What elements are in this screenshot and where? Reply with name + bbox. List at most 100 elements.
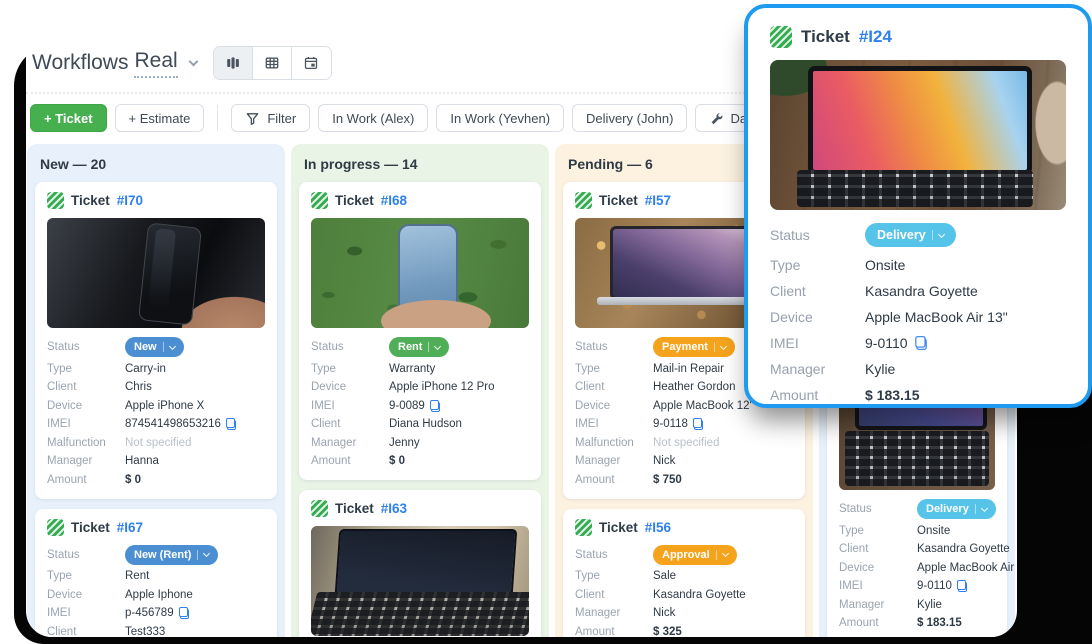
field-value: Apple MacBook 12" <box>653 400 754 412</box>
workflow-selector[interactable]: Workflows Real <box>32 49 197 78</box>
field-row: Amount$ 325 <box>575 625 793 638</box>
field-label: Client <box>575 589 653 601</box>
status-badge[interactable]: New (Rent) <box>125 545 218 565</box>
ticket-number-link[interactable]: #I70 <box>117 193 143 208</box>
status-badge[interactable]: Rent <box>389 337 449 357</box>
field-label: Malfunction <box>47 437 125 449</box>
field-row: Amount$ 0 <box>47 473 265 487</box>
copy-icon[interactable] <box>226 418 236 430</box>
status-badge[interactable]: New <box>125 337 184 357</box>
view-calendar-button[interactable] <box>292 47 331 79</box>
ticket-icon <box>47 519 64 536</box>
field-row: ManagerNick <box>575 606 793 620</box>
field-row: ClientDiana Hudson <box>311 417 529 431</box>
field-row: TypeWarranty <box>311 362 529 376</box>
popup-fields: StatusDeliveryTypeOnsiteClientKasandra G… <box>770 223 1066 403</box>
field-value: Hanna <box>125 455 159 467</box>
status-badge-label: New <box>134 341 157 353</box>
field-label: Client <box>47 626 125 638</box>
field-value: 9-0089 <box>389 400 425 412</box>
field-row: DeviceApple MacBook Air 13" <box>839 561 995 575</box>
copy-icon[interactable] <box>179 607 189 619</box>
ticket-card[interactable]: Ticket#I70StatusNewTypeCarry-inClientChr… <box>35 182 277 499</box>
ticket-card[interactable]: Ticket#I63StatusIn progressTypeOnsite <box>299 490 541 637</box>
ticket-card-header: Ticket #I63 <box>311 500 529 517</box>
status-badge-label: Payment <box>662 341 708 353</box>
field-value: p-456789 <box>125 607 174 619</box>
ticket-number-link[interactable]: #I67 <box>117 520 143 535</box>
field-value: 9-0110 <box>865 335 908 351</box>
copy-icon[interactable] <box>915 336 927 350</box>
field-row: StatusNew (Rent) <box>47 545 265 565</box>
filter-chip[interactable]: In Work (Alex) <box>318 104 428 132</box>
status-badge[interactable]: Payment <box>653 337 735 357</box>
field-value: Not specified <box>125 437 191 449</box>
chevron-down-icon <box>981 504 988 511</box>
field-value: Nick <box>653 455 675 467</box>
copy-icon[interactable] <box>957 580 967 592</box>
ticket-card[interactable]: Ticket#I68StatusRentTypeWarrantyDeviceAp… <box>299 182 541 480</box>
filter-funnel-icon <box>245 111 260 126</box>
field-label: Client <box>311 418 389 430</box>
field-value: $ 183.15 <box>865 387 920 403</box>
ticket-fields: StatusApprovalTypeSaleClientKasandra Goy… <box>575 545 793 638</box>
field-value: Kasandra Goyette <box>917 543 1010 555</box>
field-value: Mail-in Repair <box>653 363 724 375</box>
ticket-number-link[interactable]: #I24 <box>859 27 892 47</box>
ticket-fields: StatusRentTypeWarrantyDeviceApple iPhone… <box>311 337 529 468</box>
ticket-card-header: Ticket#I56 <box>575 519 793 536</box>
field-label: Type <box>575 363 653 375</box>
column-title: New — 20 <box>40 156 277 172</box>
filter-chip[interactable]: In Work (Yevhen) <box>436 104 564 132</box>
kanban-icon <box>225 55 241 71</box>
copy-icon[interactable] <box>430 400 440 412</box>
field-label: Status <box>770 227 865 243</box>
ticket-icon <box>575 192 592 209</box>
field-label: Client <box>47 381 125 393</box>
field-value: Chris <box>125 381 152 393</box>
toolbar-divider <box>217 105 218 131</box>
ticket-card[interactable]: Ticket#I56 StatusApprovalTypeSaleClientKa… <box>563 509 805 638</box>
view-table-button[interactable] <box>253 47 292 79</box>
field-label: IMEI <box>47 418 125 430</box>
ticket-number-link[interactable]: #I56 <box>645 520 671 535</box>
ticket-icon <box>311 192 328 209</box>
chevron-down-icon <box>938 230 945 237</box>
field-row: Amount$ 183.15 <box>770 386 1066 403</box>
board-column: In progress — 14Ticket#I68StatusRentType… <box>291 144 549 637</box>
field-value: Apple MacBook Air 13" <box>865 309 1008 325</box>
field-row: ManagerHanna <box>47 454 265 468</box>
field-value: Test333 <box>125 626 165 638</box>
filter-chip[interactable]: Delivery (John) <box>572 104 687 132</box>
ticket-icon <box>770 26 792 48</box>
status-badge[interactable]: Approval <box>653 545 737 565</box>
field-row: MalfunctionNot specified <box>575 436 793 450</box>
field-label: Status <box>47 341 125 353</box>
status-badge[interactable]: Delivery <box>917 499 996 519</box>
field-row: DeviceApple iPhone X <box>47 399 265 413</box>
field-row: ClientKasandra Goyette <box>839 542 995 556</box>
add-ticket-button[interactable]: + Ticket <box>30 104 107 132</box>
filter-button[interactable]: Filter <box>231 104 310 132</box>
ticket-type-label: Ticket <box>335 501 374 516</box>
field-label: IMEI <box>839 580 917 592</box>
view-kanban-button[interactable] <box>214 47 253 79</box>
add-estimate-button[interactable]: + Estimate <box>115 104 205 132</box>
device-photo <box>311 218 529 328</box>
copy-icon[interactable] <box>693 418 703 430</box>
column-title: In progress — 14 <box>304 156 541 172</box>
ticket-type-label: Ticket <box>71 520 110 535</box>
field-row: Amount$ 183.15 <box>839 616 995 630</box>
ticket-number-link[interactable]: #I57 <box>645 193 671 208</box>
ticket-fields: StatusNew (Rent)TypeRentDeviceApple Ipho… <box>47 545 265 638</box>
field-value: Not specified <box>653 437 719 449</box>
ticket-card[interactable]: Ticket #I67 StatusNew (Rent)TypeRentDevice… <box>35 509 277 638</box>
field-label: Manager <box>839 599 917 611</box>
field-value: 874541498653216 <box>125 418 221 430</box>
ticket-number-link[interactable]: #I63 <box>381 501 407 516</box>
field-value: 9-0118 <box>653 418 688 430</box>
ticket-number-link[interactable]: #I68 <box>381 193 407 208</box>
field-label: Manager <box>575 607 653 619</box>
field-label: Client <box>575 381 653 393</box>
status-badge[interactable]: Delivery <box>865 223 956 247</box>
